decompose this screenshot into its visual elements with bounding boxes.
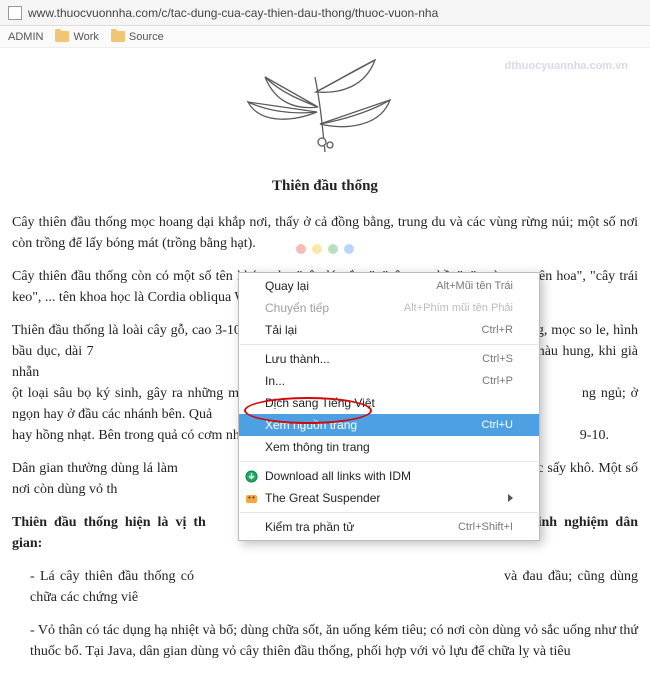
list-item: - Vỏ thân có tác dụng hạ nhiệt và bổ; dù…	[30, 620, 638, 662]
ctx-suspender[interactable]: The Great Suspender	[239, 487, 539, 509]
ctx-translate[interactable]: Dịch sang Tiếng Việt	[239, 392, 539, 414]
folder-icon	[55, 31, 69, 42]
ctx-view-source[interactable]: Xem nguồn trangCtrl+U	[239, 414, 539, 436]
ctx-back[interactable]: Quay lạiAlt+Mũi tên Trái	[239, 275, 539, 297]
separator	[240, 344, 538, 345]
idm-icon	[244, 469, 258, 483]
article-title: Thiên đầu thống	[12, 175, 638, 198]
omnibox-url[interactable]: www.thuocvuonnha.com/c/tac-dung-cua-cay-…	[28, 6, 438, 20]
bookmark-source[interactable]: Source	[111, 31, 164, 43]
page-icon	[8, 6, 22, 20]
ctx-inspect[interactable]: Kiểm tra phần tửCtrl+Shift+I	[239, 516, 539, 538]
suspender-icon	[244, 491, 258, 505]
submenu-arrow-icon	[508, 494, 513, 502]
ctx-save-as[interactable]: Lưu thành...Ctrl+S	[239, 348, 539, 370]
bookmark-admin[interactable]: ADMIN	[8, 31, 43, 43]
ctx-idm[interactable]: Download all links with IDM	[239, 465, 539, 487]
separator	[240, 512, 538, 513]
decorative-dots	[296, 244, 354, 254]
plant-illustration	[12, 52, 638, 169]
list-item: - Lá cây thiên đầu thống cóvà đau đầu; c…	[30, 566, 638, 608]
ctx-page-info[interactable]: Xem thông tin trang	[239, 436, 539, 458]
address-bar: www.thuocvuonnha.com/c/tac-dung-cua-cay-…	[0, 0, 650, 26]
ctx-reload[interactable]: Tải lạiCtrl+R	[239, 319, 539, 341]
context-menu: Quay lạiAlt+Mũi tên Trái Chuyển tiếpAlt+…	[238, 272, 540, 541]
separator	[240, 461, 538, 462]
ctx-forward: Chuyển tiếpAlt+Phím mũi tên Phải	[239, 297, 539, 319]
folder-icon	[111, 31, 125, 42]
bookmarks-bar: ADMIN Work Source	[0, 26, 650, 48]
ctx-print[interactable]: In...Ctrl+P	[239, 370, 539, 392]
bookmark-work[interactable]: Work	[55, 31, 98, 43]
